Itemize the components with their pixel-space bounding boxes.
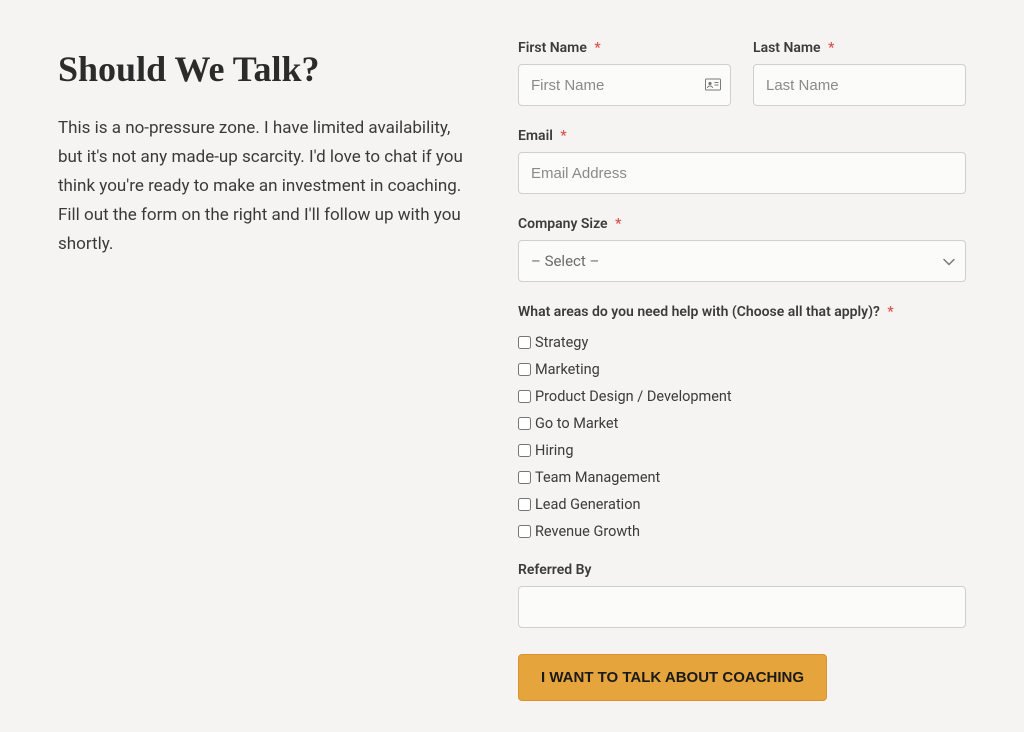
checkbox-product-design[interactable] (518, 390, 531, 403)
checkbox-go-to-market[interactable] (518, 417, 531, 430)
areas-label-text: What areas do you need help with (Choose… (518, 304, 880, 320)
checkbox-label: Go to Market (535, 415, 618, 432)
contact-card-icon (705, 76, 721, 95)
checkbox-item[interactable]: Revenue Growth (518, 523, 966, 540)
referred-by-label: Referred By (518, 562, 966, 578)
referred-by-label-text: Referred By (518, 562, 591, 578)
checkbox-item[interactable]: Strategy (518, 334, 966, 351)
checkbox-label: Product Design / Development (535, 388, 732, 405)
referred-by-input[interactable] (518, 586, 966, 628)
checkbox-item[interactable]: Go to Market (518, 415, 966, 432)
email-label: Email * (518, 128, 966, 144)
checkbox-lead-generation[interactable] (518, 498, 531, 511)
checkbox-team-management[interactable] (518, 471, 531, 484)
checkbox-label: Lead Generation (535, 496, 641, 513)
submit-button[interactable]: I WANT TO TALK ABOUT COACHING (518, 654, 827, 701)
checkbox-item[interactable]: Team Management (518, 469, 966, 486)
page-heading: Should We Talk? (58, 48, 478, 90)
checkbox-label: Marketing (535, 361, 600, 378)
areas-label: What areas do you need help with (Choose… (518, 304, 966, 320)
first-name-label: First Name * (518, 40, 731, 56)
checkbox-label: Revenue Growth (535, 523, 640, 540)
company-size-selected: – Select – (531, 252, 599, 270)
chevron-down-icon (943, 252, 955, 270)
required-marker: * (594, 40, 600, 56)
checkbox-label: Team Management (535, 469, 660, 486)
last-name-input[interactable] (753, 64, 966, 106)
required-marker: * (615, 216, 621, 232)
checkbox-label: Strategy (535, 334, 588, 351)
checkbox-label: Hiring (535, 442, 573, 459)
intro-text: This is a no-pressure zone. I have limit… (58, 114, 478, 258)
required-marker: * (887, 304, 893, 320)
areas-checkbox-list: Strategy Marketing Product Design / Deve… (518, 334, 966, 540)
last-name-label: Last Name * (753, 40, 966, 56)
company-size-label-text: Company Size (518, 216, 608, 232)
first-name-input[interactable] (518, 64, 731, 106)
required-marker: * (828, 40, 834, 56)
checkbox-item[interactable]: Hiring (518, 442, 966, 459)
checkbox-marketing[interactable] (518, 363, 531, 376)
checkbox-hiring[interactable] (518, 444, 531, 457)
company-size-select[interactable]: – Select – (518, 240, 966, 282)
company-size-label: Company Size * (518, 216, 966, 232)
last-name-label-text: Last Name (753, 40, 821, 56)
first-name-label-text: First Name (518, 40, 587, 56)
checkbox-revenue-growth[interactable] (518, 525, 531, 538)
checkbox-strategy[interactable] (518, 336, 531, 349)
email-label-text: Email (518, 128, 553, 144)
checkbox-item[interactable]: Marketing (518, 361, 966, 378)
checkbox-item[interactable]: Lead Generation (518, 496, 966, 513)
checkbox-item[interactable]: Product Design / Development (518, 388, 966, 405)
email-input[interactable] (518, 152, 966, 194)
required-marker: * (560, 128, 566, 144)
